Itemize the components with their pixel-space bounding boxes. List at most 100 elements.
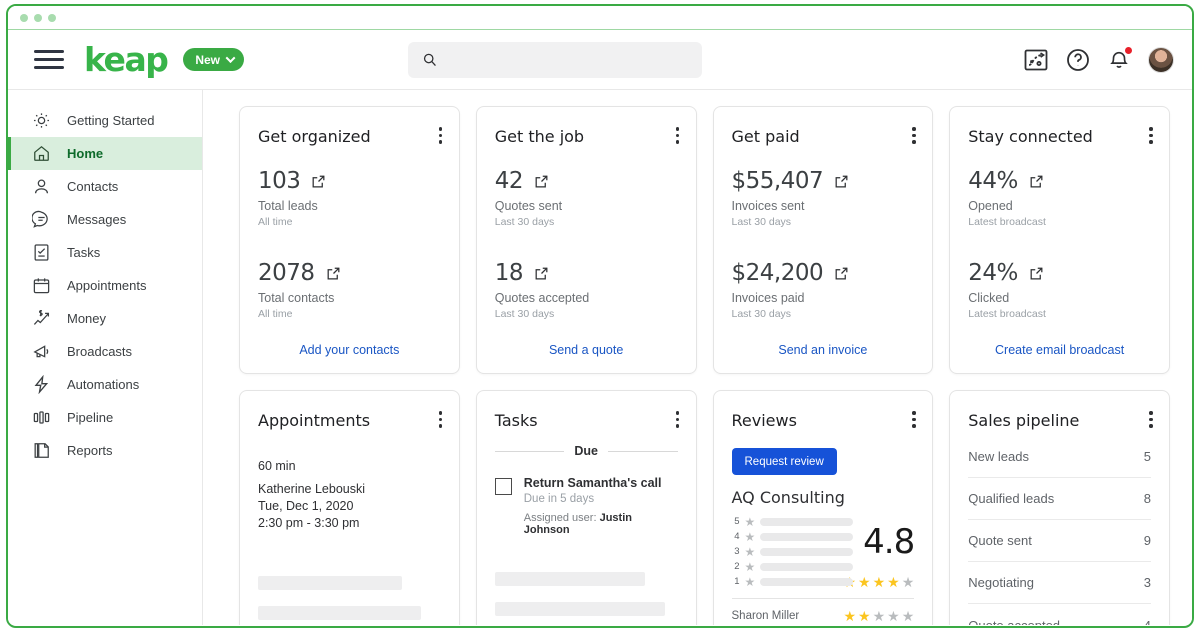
- sidebar-item-money[interactable]: Money: [8, 302, 202, 335]
- card-title: Get paid: [732, 127, 915, 146]
- global-search[interactable]: [408, 42, 702, 78]
- rating-bar-track: [760, 518, 853, 526]
- house-icon: [32, 144, 51, 163]
- card-action-link[interactable]: Create email broadcast: [968, 335, 1151, 357]
- sidebar-item-tasks[interactable]: Tasks: [8, 236, 202, 269]
- pipeline-stage-count: 3: [1144, 575, 1151, 590]
- rating-bar-row: 1 ★: [732, 574, 854, 589]
- external-link-icon[interactable]: [834, 266, 849, 281]
- pipeline-row[interactable]: New leads 5: [968, 436, 1151, 478]
- pipeline-row[interactable]: Quote accepted 4: [968, 604, 1151, 625]
- card-title: Sales pipeline: [968, 411, 1151, 430]
- star-icon: ★: [745, 531, 756, 543]
- rating-bar-row: 2 ★: [732, 559, 854, 574]
- pipeline-row[interactable]: Negotiating 3: [968, 562, 1151, 604]
- card-menu-icon[interactable]: [912, 127, 916, 147]
- card-menu-icon[interactable]: [439, 127, 443, 147]
- rating-bar-row: 4 ★: [732, 529, 854, 544]
- new-button[interactable]: New: [183, 48, 244, 71]
- stat-sublabel: Last 30 days: [495, 216, 678, 228]
- card-action-link[interactable]: Add your contacts: [258, 335, 441, 357]
- user-avatar[interactable]: [1148, 47, 1174, 73]
- stat-invoices-sent: $55,407 Invoices sent Last 30 days: [732, 168, 915, 228]
- stat-label: Invoices sent: [732, 199, 915, 213]
- pipeline-row[interactable]: Quote sent 9: [968, 520, 1151, 562]
- stat-quotes-sent: 42 Quotes sent Last 30 days: [495, 168, 678, 228]
- external-link-icon[interactable]: [834, 174, 849, 189]
- card-menu-icon[interactable]: [1149, 411, 1153, 431]
- notifications-bell-icon[interactable]: [1108, 49, 1130, 71]
- pipeline-stage-label: Quote accepted: [968, 618, 1060, 626]
- sidebar-item-contacts[interactable]: Contacts: [8, 170, 202, 203]
- dollar-trend-icon: [32, 309, 51, 328]
- card-menu-icon[interactable]: [676, 127, 680, 147]
- card-reviews: Reviews Request review AQ Consulting 5 ★…: [713, 390, 934, 625]
- stat-label: Opened: [968, 199, 1151, 213]
- stat-label: Clicked: [968, 291, 1151, 305]
- stat-sublabel: All time: [258, 308, 441, 320]
- chat-bubble-icon: [32, 210, 51, 229]
- external-link-icon[interactable]: [534, 174, 549, 189]
- stat-opened: 44% Opened Latest broadcast: [968, 168, 1151, 228]
- stat-sublabel: Last 30 days: [495, 308, 678, 320]
- card-menu-icon[interactable]: [912, 411, 916, 431]
- help-icon[interactable]: [1066, 48, 1090, 72]
- sidebar-item-appointments[interactable]: Appointments: [8, 269, 202, 302]
- appointment-item[interactable]: 60 min Katherine Lebouski Tue, Dec 1, 20…: [258, 458, 441, 532]
- rating-bar-row: 3 ★: [732, 544, 854, 559]
- card-action-link[interactable]: Send a quote: [495, 335, 678, 357]
- window-dot-minimize[interactable]: [34, 14, 42, 22]
- hamburger-menu-icon[interactable]: [34, 45, 64, 74]
- sidebar-item-label: Automations: [67, 377, 139, 392]
- playbook-icon[interactable]: [1024, 49, 1048, 71]
- skeleton-placeholder: [258, 606, 421, 620]
- window-dot-close[interactable]: [20, 14, 28, 22]
- sidebar-item-automations[interactable]: Automations: [8, 368, 202, 401]
- stat-value: $24,200: [732, 260, 824, 286]
- new-button-label: New: [195, 53, 220, 67]
- stat-sublabel: Last 30 days: [732, 308, 915, 320]
- sidebar-item-pipeline[interactable]: Pipeline: [8, 401, 202, 434]
- task-due: Due in 5 days: [524, 493, 678, 505]
- pipeline-row[interactable]: Qualified leads 8: [968, 478, 1151, 520]
- detail-cards-row: Appointments 60 min Katherine Lebouski T…: [239, 390, 1170, 625]
- external-link-icon[interactable]: [534, 266, 549, 281]
- card-menu-icon[interactable]: [676, 411, 680, 431]
- request-review-button[interactable]: Request review: [732, 448, 837, 475]
- stat-sublabel: Last 30 days: [732, 216, 915, 228]
- task-checkbox[interactable]: [495, 478, 512, 495]
- external-link-icon[interactable]: [1029, 174, 1044, 189]
- pipeline-stage-label: Negotiating: [968, 575, 1034, 590]
- task-row[interactable]: Return Samantha's call Due in 5 days Ass…: [495, 476, 678, 536]
- star-icon: ★: [843, 609, 856, 623]
- tasks-tab-due[interactable]: Due: [495, 444, 678, 458]
- star-icon: ★: [745, 576, 756, 588]
- skeleton-placeholder: [495, 572, 645, 586]
- card-get-paid: Get paid $55,407 Invoices sent Last 30 d…: [713, 106, 934, 374]
- sidebar-item-messages[interactable]: Messages: [8, 203, 202, 236]
- sidebar-item-reports[interactable]: Reports: [8, 434, 202, 467]
- external-link-icon[interactable]: [326, 266, 341, 281]
- megaphone-icon: [32, 342, 51, 361]
- external-link-icon[interactable]: [311, 174, 326, 189]
- card-action-link[interactable]: Send an invoice: [732, 335, 915, 357]
- search-input[interactable]: [447, 52, 688, 67]
- window-dot-maximize[interactable]: [48, 14, 56, 22]
- sidebar-item-home[interactable]: Home: [8, 137, 202, 170]
- rating-bar-label: 2: [732, 561, 740, 572]
- stat-value: 24%: [968, 260, 1018, 286]
- sidebar-item-label: Contacts: [67, 179, 118, 194]
- review-list-item[interactable]: Sharon Miller ★ ★ ★ ★ ★: [732, 609, 915, 623]
- rating-bars: 5 ★ 4 ★ 3 ★: [732, 514, 854, 589]
- card-menu-icon[interactable]: [439, 411, 443, 431]
- sidebar-item-broadcasts[interactable]: Broadcasts: [8, 335, 202, 368]
- external-link-icon[interactable]: [1029, 266, 1044, 281]
- sidebar-item-label: Messages: [67, 212, 126, 227]
- pipeline-stage-count: 8: [1144, 491, 1151, 506]
- star-icon: ★: [873, 575, 886, 589]
- skeleton-placeholder: [258, 576, 402, 590]
- card-menu-icon[interactable]: [1149, 127, 1153, 147]
- star-icon: ★: [902, 609, 915, 623]
- star-icon: ★: [873, 609, 886, 623]
- sidebar-item-getting-started[interactable]: Getting Started: [8, 104, 202, 137]
